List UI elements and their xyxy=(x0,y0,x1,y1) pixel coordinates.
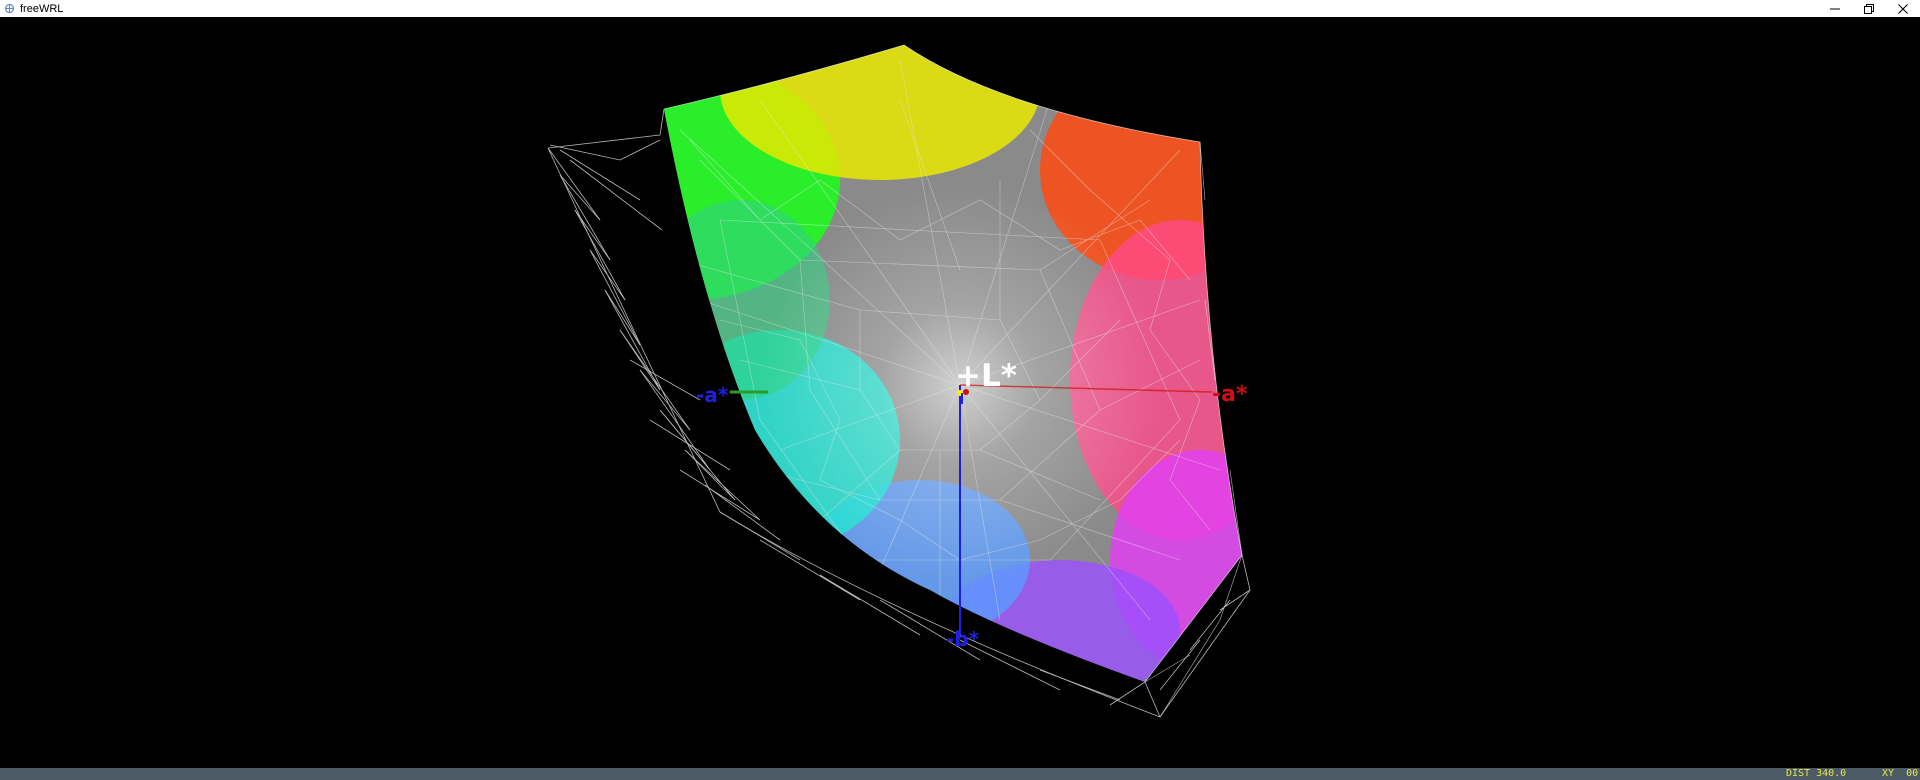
freewrl-app-icon[interactable] xyxy=(4,3,15,14)
distance-readout: DIST 340.0 xyxy=(1786,768,1847,779)
title-bar: freeWRL xyxy=(0,0,1920,17)
restore-icon xyxy=(1864,3,1874,14)
minus-a-axis-label: -a* xyxy=(696,383,729,407)
close-button[interactable] xyxy=(1886,0,1920,17)
status-bar: DIST 340.0 XY 00 xyxy=(0,768,1920,780)
restore-button[interactable] xyxy=(1852,0,1886,17)
window-controls xyxy=(1818,0,1920,17)
minus-b-axis-label: -b* xyxy=(946,627,980,651)
navigation-mode-readout: XY 00 xyxy=(1882,768,1919,779)
gamut-scene: +L* -a* -a* -b* xyxy=(547,44,1251,718)
close-icon xyxy=(1898,3,1908,14)
minimize-button[interactable] xyxy=(1818,0,1852,17)
window-title: freeWRL xyxy=(20,2,64,15)
plus-a-axis-label: -a* xyxy=(1212,382,1248,407)
3d-viewport[interactable]: +L* -a* -a* -b* xyxy=(0,17,1920,768)
minimize-icon xyxy=(1830,8,1840,9)
plus-l-axis-label: +L* xyxy=(955,358,1017,394)
